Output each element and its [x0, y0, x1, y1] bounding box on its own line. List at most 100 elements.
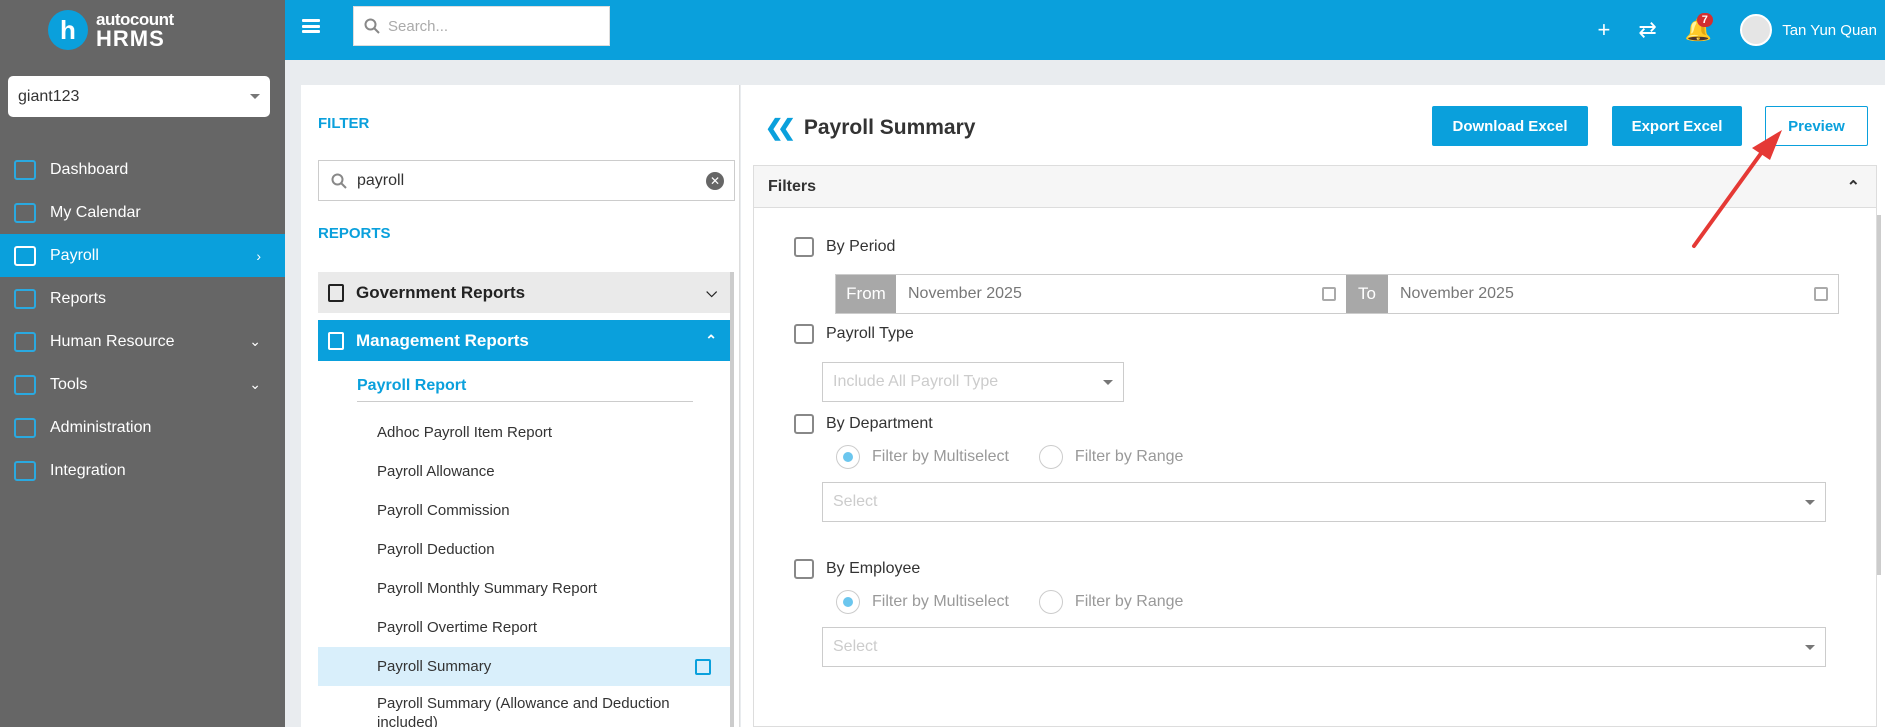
- list-item[interactable]: Payroll Allowance: [318, 452, 731, 491]
- administration-icon: [14, 417, 36, 438]
- payroll-type-checkbox[interactable]: [794, 324, 814, 344]
- list-item-label: Payroll Summary: [377, 658, 492, 675]
- sidebar-item-dashboard[interactable]: Dashboard: [0, 148, 285, 191]
- radio-multiselect[interactable]: [836, 590, 860, 614]
- by-department-checkbox[interactable]: [794, 414, 814, 434]
- sidebar-item-administration[interactable]: Administration: [0, 406, 285, 449]
- calendar-icon[interactable]: [1322, 287, 1336, 301]
- government-reports-accordion[interactable]: Government Reports ⌵: [318, 272, 731, 313]
- sync-icon[interactable]: ⇄: [1638, 17, 1656, 43]
- payroll-type-label: Payroll Type: [826, 325, 914, 342]
- sidebar-item-label: Payroll: [50, 246, 99, 264]
- sidebar-item-label: Tools: [50, 375, 88, 393]
- hamburger-menu-icon[interactable]: [302, 19, 320, 33]
- management-reports-accordion[interactable]: Management Reports ⌃: [318, 320, 731, 361]
- reports-icon: [14, 288, 36, 309]
- download-excel-button[interactable]: Download Excel: [1432, 106, 1588, 146]
- payroll-type-placeholder: Include All Payroll Type: [833, 373, 999, 390]
- double-chevron-left-icon[interactable]: ❮❮: [765, 115, 796, 141]
- chevron-up-icon: ⌃: [705, 332, 717, 348]
- clear-icon[interactable]: ✕: [706, 172, 724, 190]
- radio-multiselect[interactable]: [836, 445, 860, 469]
- list-item[interactable]: Payroll Summary (Allowance and Deduction…: [318, 686, 731, 727]
- sidebar-item-label: Dashboard: [50, 160, 129, 178]
- caret-down-icon: [1805, 644, 1815, 650]
- logo[interactable]: h autocount HRMS: [0, 0, 285, 60]
- chevron-right-icon: ›: [256, 247, 261, 264]
- sidebar-item-tools[interactable]: Tools ⌄: [0, 363, 285, 406]
- caret-down-icon: [250, 94, 260, 99]
- company-select-value: giant123: [18, 87, 80, 105]
- to-label: To: [1346, 275, 1388, 313]
- list-item[interactable]: Payroll Overtime Report: [318, 608, 731, 647]
- caret-down-icon: [1103, 379, 1113, 385]
- by-period-label: By Period: [826, 238, 896, 255]
- period-range: From November 2025 To November 2025: [835, 274, 1839, 314]
- report-content-panel: ❮❮ Payroll Summary Download Excel Export…: [741, 85, 1885, 727]
- integration-icon: [14, 460, 36, 481]
- bell-icon[interactable]: 🔔 7: [1685, 13, 1713, 43]
- export-excel-button[interactable]: Export Excel: [1612, 106, 1742, 146]
- list-item-active[interactable]: Payroll Summary: [318, 647, 731, 686]
- chevron-down-icon: ⌵: [706, 284, 717, 300]
- sidebar-item-reports[interactable]: Reports: [0, 277, 285, 320]
- chevron-up-icon[interactable]: ⌃: [1847, 177, 1860, 197]
- select-placeholder: Select: [833, 493, 878, 510]
- preview-button[interactable]: Preview: [1765, 106, 1868, 146]
- report-icon: [328, 283, 344, 302]
- by-employee-checkbox[interactable]: [794, 559, 814, 579]
- search-box[interactable]: [353, 6, 610, 46]
- calendar-icon: [14, 202, 36, 223]
- payroll-type-select[interactable]: Include All Payroll Type: [822, 362, 1124, 402]
- scrollbar[interactable]: [730, 272, 734, 727]
- scrollbar[interactable]: [1877, 215, 1881, 575]
- employee-select[interactable]: Select: [822, 627, 1826, 667]
- accordion-label: Management Reports: [356, 330, 529, 350]
- report-list: Adhoc Payroll Item Report Payroll Allowa…: [318, 413, 731, 727]
- radio-label: Filter by Range: [1074, 448, 1184, 465]
- payroll-type-option[interactable]: Payroll Type: [794, 324, 914, 344]
- list-item[interactable]: Adhoc Payroll Item Report: [318, 413, 731, 452]
- to-date-field[interactable]: November 2025: [1388, 275, 1838, 313]
- sidebar-item-payroll[interactable]: Payroll ›: [0, 234, 285, 277]
- by-employee-label: By Employee: [826, 560, 921, 577]
- edit-icon[interactable]: [695, 659, 711, 675]
- filter-heading: FILTER: [318, 115, 370, 132]
- list-item[interactable]: Payroll Commission: [318, 491, 731, 530]
- filters-title: Filters: [768, 177, 817, 195]
- logo-icon: h: [48, 10, 88, 50]
- radio-range[interactable]: [1038, 445, 1063, 469]
- from-label: From: [836, 275, 896, 313]
- report-filter-box[interactable]: ✕: [318, 160, 735, 201]
- search-icon: [331, 173, 347, 189]
- department-select[interactable]: Select: [822, 482, 1826, 522]
- avatar[interactable]: [1740, 14, 1773, 46]
- list-item[interactable]: Payroll Deduction: [318, 530, 731, 569]
- department-filter-mode: Filter by Multiselect Filter by Range: [836, 445, 1183, 469]
- sidebar-item-human-resource[interactable]: Human Resource ⌄: [0, 320, 285, 363]
- list-item[interactable]: Payroll Monthly Summary Report: [318, 569, 731, 608]
- reports-heading: REPORTS: [318, 225, 391, 242]
- by-employee-option[interactable]: By Employee: [794, 559, 920, 579]
- add-icon[interactable]: +: [1597, 17, 1610, 43]
- by-period-checkbox[interactable]: [794, 237, 814, 257]
- search-input[interactable]: [388, 17, 588, 35]
- from-date-field[interactable]: November 2025: [896, 275, 1346, 313]
- by-department-option[interactable]: By Department: [794, 414, 933, 434]
- sidebar-item-my-calendar[interactable]: My Calendar: [0, 191, 285, 234]
- by-department-label: By Department: [826, 415, 933, 432]
- user-name[interactable]: Tan Yun Quan: [1782, 22, 1877, 39]
- from-date-value: November 2025: [908, 285, 1022, 302]
- sidebar-item-label: Integration: [50, 461, 126, 479]
- sidebar-item-integration[interactable]: Integration: [0, 449, 285, 492]
- filters-header[interactable]: Filters ⌃: [754, 166, 1876, 208]
- caret-down-icon: [1805, 499, 1815, 505]
- sidebar-item-label: Reports: [50, 289, 107, 307]
- company-select[interactable]: giant123: [8, 76, 270, 117]
- calendar-icon[interactable]: [1814, 287, 1828, 301]
- by-period-option[interactable]: By Period: [794, 237, 895, 257]
- filters-card: Filters ⌃ By Period From November 2025 T…: [753, 165, 1877, 727]
- chevron-down-icon: ⌄: [249, 376, 261, 392]
- radio-range[interactable]: [1038, 590, 1063, 614]
- report-filter-input[interactable]: [357, 171, 687, 190]
